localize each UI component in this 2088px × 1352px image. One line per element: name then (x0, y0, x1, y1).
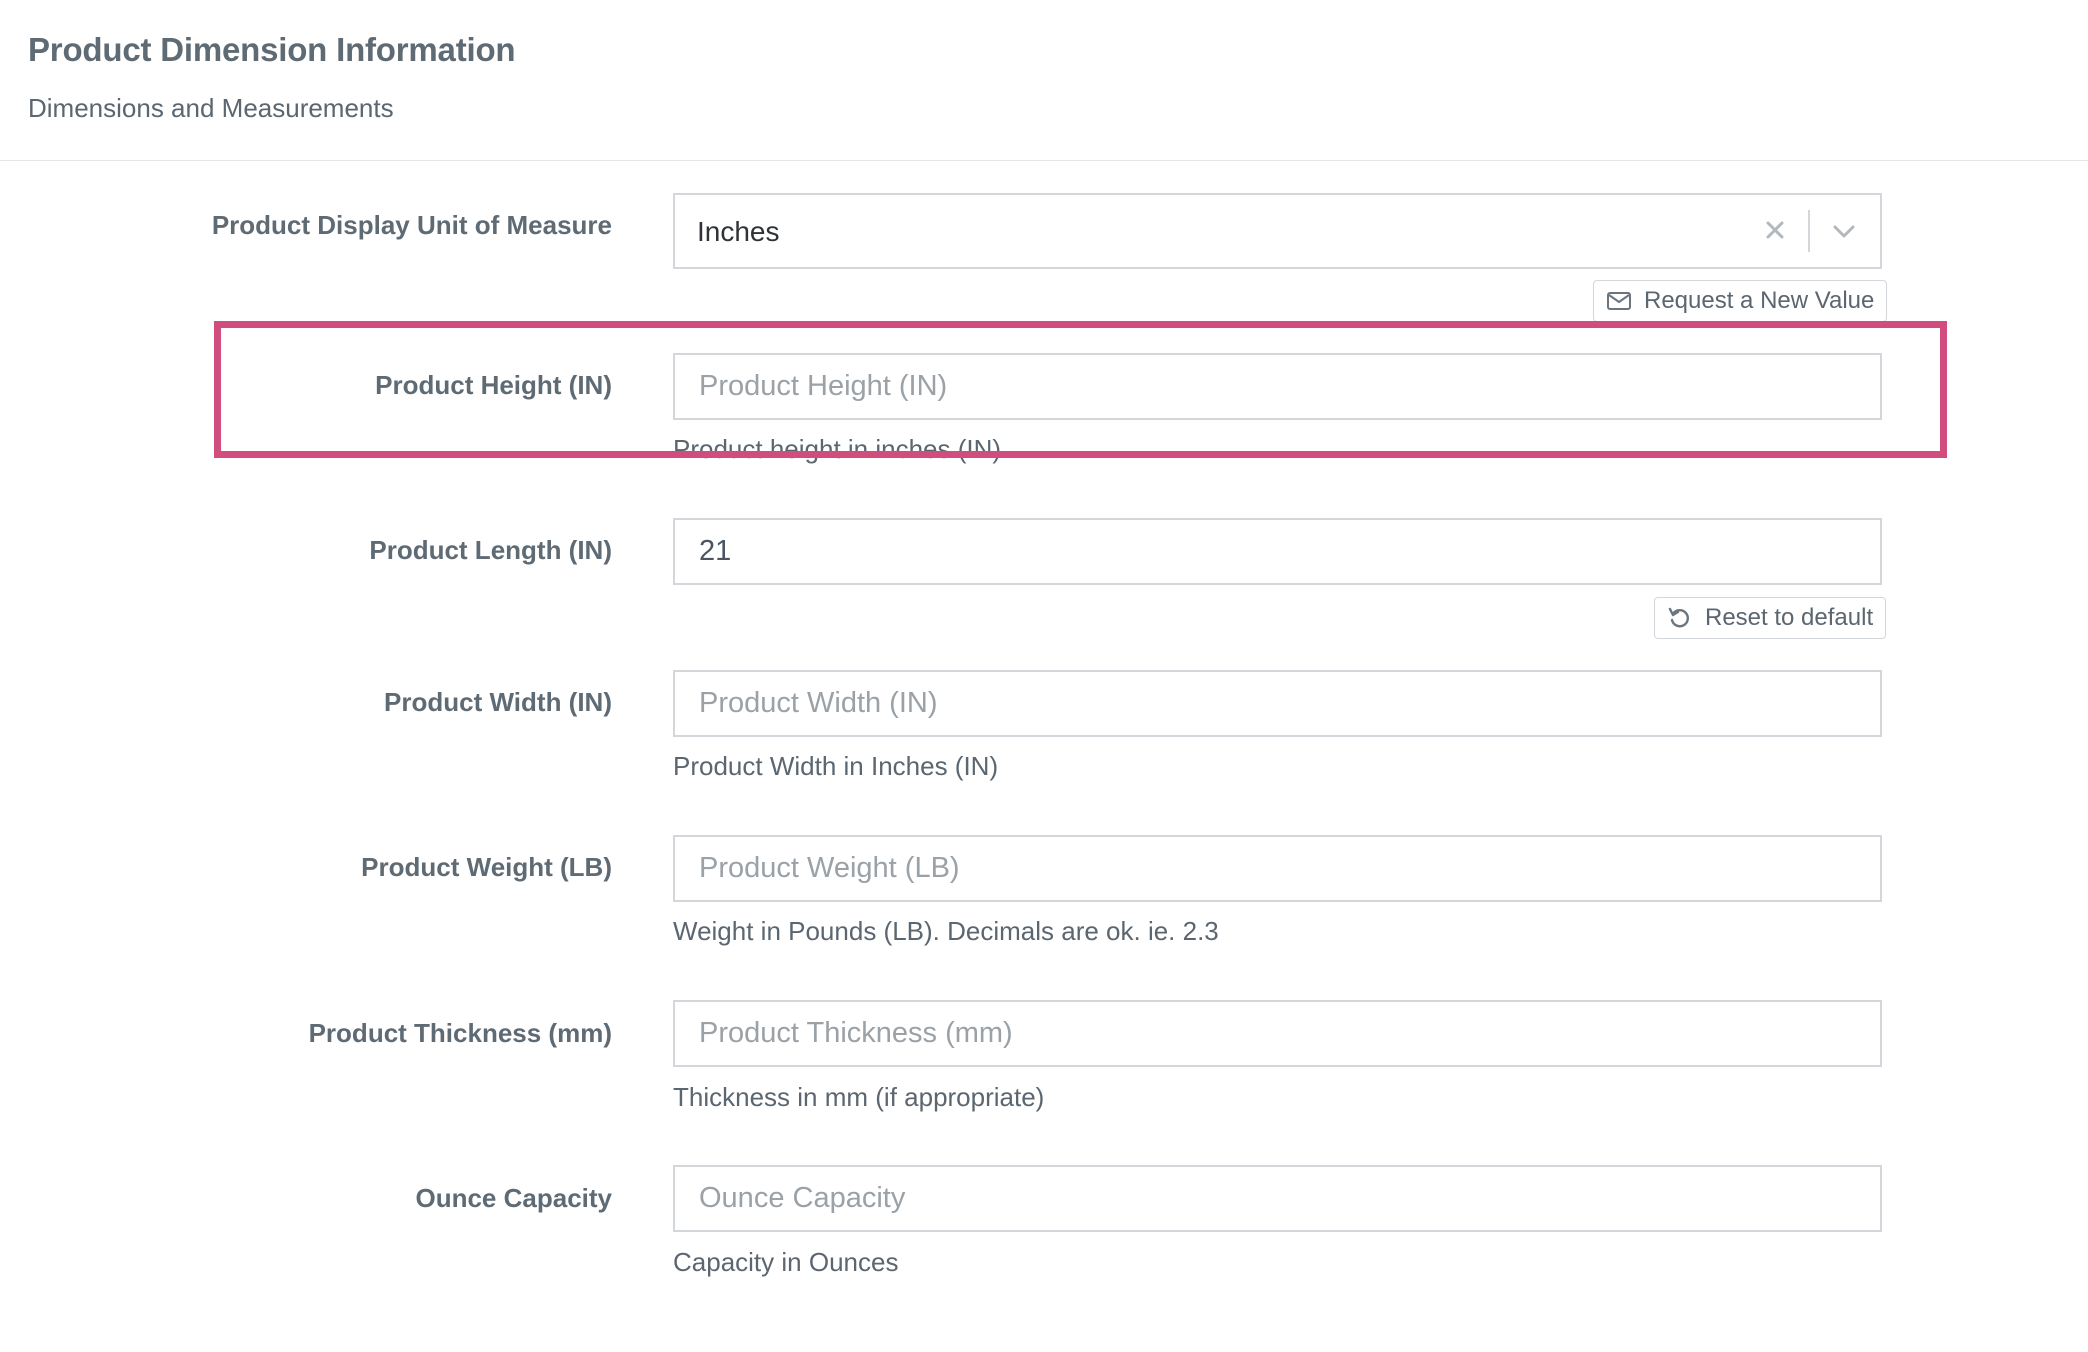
request-new-value-button[interactable]: Request a New Value (1593, 280, 1888, 322)
product-length-input[interactable] (673, 518, 1882, 585)
section-subtitle: Dimensions and Measurements (28, 93, 394, 123)
product-width-help: Product Width in Inches (IN) (673, 751, 999, 781)
product-thickness-label: Product Thickness (mm) (308, 1018, 612, 1048)
product-thickness-help: Thickness in mm (if appropriate) (673, 1082, 1045, 1112)
product-thickness-input[interactable] (673, 1000, 1882, 1067)
unit-of-measure-select[interactable]: Inches (673, 193, 1882, 269)
ounce-capacity-label: Ounce Capacity (415, 1183, 612, 1213)
ounce-capacity-input[interactable] (673, 1165, 1882, 1232)
reset-to-default-button[interactable]: Reset to default (1654, 597, 1887, 639)
product-weight-label: Product Weight (LB) (361, 852, 612, 882)
product-weight-help: Weight in Pounds (LB). Decimals are ok. … (673, 916, 1219, 946)
product-length-label: Product Length (IN) (369, 535, 612, 565)
select-separator (1808, 210, 1810, 252)
request-new-value-label: Request a New Value (1644, 287, 1875, 314)
section-header: Product Dimension Information Dimensions… (0, 0, 2088, 161)
product-weight-input[interactable] (673, 835, 1882, 902)
unit-of-measure-value: Inches (697, 216, 780, 247)
reset-to-default-label: Reset to default (1705, 604, 1874, 631)
product-height-help: Product height in inches (IN) (673, 434, 1002, 464)
undo-icon (1667, 605, 1693, 631)
section-title: Product Dimension Information (28, 31, 516, 68)
ounce-capacity-help: Capacity in Ounces (673, 1247, 899, 1277)
unit-of-measure-label: Product Display Unit of Measure (211, 210, 612, 240)
envelope-icon (1606, 288, 1632, 314)
product-height-input[interactable] (673, 353, 1882, 420)
product-width-input[interactable] (673, 670, 1882, 737)
chevron-down-icon[interactable] (1827, 215, 1861, 249)
product-height-label: Product Height (IN) (375, 370, 612, 400)
product-width-label: Product Width (IN) (384, 687, 612, 717)
close-icon[interactable] (1758, 213, 1792, 247)
